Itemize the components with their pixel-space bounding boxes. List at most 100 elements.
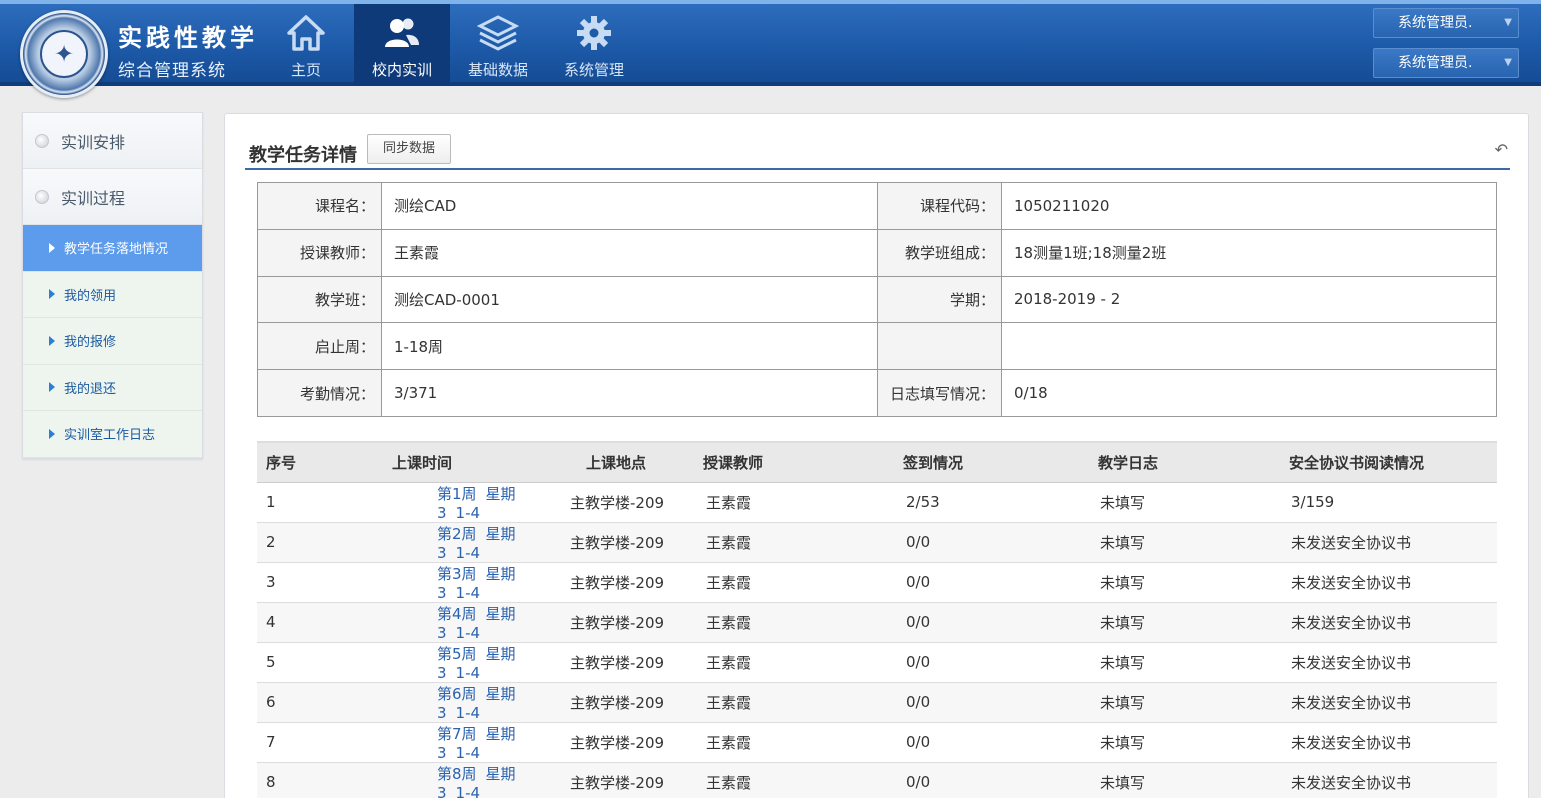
panel-header: 教学任务详情 同步数据 ↶ xyxy=(245,132,1510,170)
row-teacher: 王素霞 xyxy=(692,562,887,603)
schedule-header-row: 序号 上课时间 上课地点 授课教师 签到情况 教学日志 安全协议书阅读情况 xyxy=(257,441,1497,483)
top-header: ✦ 实践性教学 综合管理系统 主页 校内实训 基础数据 系统管理 系统管理员. … xyxy=(0,0,1541,98)
row-time-week-link[interactable]: 第4周 xyxy=(437,605,477,623)
gear-icon xyxy=(574,11,614,55)
sidebar-item-label: 我的领用 xyxy=(64,288,117,304)
row-time-period-link[interactable]: 1-4 xyxy=(456,544,481,562)
empty-value xyxy=(1001,322,1497,371)
teacher-value: 王素霞 xyxy=(381,228,878,277)
row-time: 第1周 星期3 1-4 xyxy=(337,482,542,523)
log-status-label: 日志填写情况： xyxy=(877,369,1002,417)
row-teacher: 王素霞 xyxy=(692,482,887,523)
row-teacher: 王素霞 xyxy=(692,682,887,723)
nav-campus-training[interactable]: 校内实训 xyxy=(354,4,450,86)
schedule-table: 序号 上课时间 上课地点 授课教师 签到情况 教学日志 安全协议书阅读情况 1第… xyxy=(257,441,1497,798)
col-header-teacher: 授课教师 xyxy=(692,441,887,483)
row-no: 8 xyxy=(257,762,337,798)
row-time-week-link[interactable]: 第2周 xyxy=(437,525,477,543)
row-time-week-link[interactable]: 第1周 xyxy=(437,485,477,503)
table-row: 5 第5周 星期3 1-4 主教学楼-209 王素霞 0/0 未填写 未发送安全协议书 xyxy=(257,642,1497,683)
row-time-week-link[interactable]: 第5周 xyxy=(437,645,477,663)
weeks-label: 启止周： xyxy=(257,322,382,371)
user-menu-2[interactable]: 系统管理员. ▼ xyxy=(1373,48,1519,78)
class-composition-label: 教学班组成： xyxy=(877,228,1002,277)
nav-system-admin[interactable]: 系统管理 xyxy=(546,4,642,86)
course-name-value: 测绘CAD xyxy=(381,182,878,230)
row-safety: 3/159 xyxy=(1277,482,1497,523)
caret-right-icon xyxy=(49,289,55,300)
row-time-week-link[interactable]: 第7周 xyxy=(437,725,477,743)
row-place: 主教学楼-209 xyxy=(542,722,692,763)
sidebar-group-training-process[interactable]: 实训过程 xyxy=(23,169,202,225)
sidebar-item-task-status[interactable]: 教学任务落地情况 xyxy=(23,225,202,272)
row-safety: 未发送安全协议书 xyxy=(1277,762,1497,798)
row-time-week-link[interactable]: 第8周 xyxy=(437,765,477,783)
row-teacher: 王素霞 xyxy=(692,642,887,683)
table-row: 3 第3周 星期3 1-4 主教学楼-209 王素霞 0/0 未填写 未发送安全协议书 xyxy=(257,562,1497,603)
sidebar-group-label: 实训过程 xyxy=(61,188,126,208)
row-time: 第3周 星期3 1-4 xyxy=(337,562,542,603)
sidebar-item-lab-log[interactable]: 实训室工作日志 xyxy=(23,411,202,458)
row-time: 第2周 星期3 1-4 xyxy=(337,522,542,563)
row-place: 主教学楼-209 xyxy=(542,602,692,643)
row-time: 第8周 星期3 1-4 xyxy=(337,762,542,798)
row-time-period-link[interactable]: 1-4 xyxy=(456,744,481,762)
row-safety: 未发送安全协议书 xyxy=(1277,722,1497,763)
row-log: 未填写 xyxy=(1082,522,1277,563)
table-row: 8 第8周 星期3 1-4 主教学楼-209 王素霞 0/0 未填写 未发送安全协议书 xyxy=(257,762,1497,798)
row-time-week-link[interactable]: 第3周 xyxy=(437,565,477,583)
row-signin: 0/0 xyxy=(887,522,1082,563)
row-signin: 0/0 xyxy=(887,682,1082,723)
layers-icon xyxy=(477,11,519,55)
row-time-period-link[interactable]: 1-4 xyxy=(456,784,481,798)
row-no: 1 xyxy=(257,482,337,523)
home-icon xyxy=(286,11,326,55)
user-name: 系统管理员. xyxy=(1398,15,1473,31)
sidebar-item-label: 教学任务落地情况 xyxy=(64,242,169,258)
sidebar-item-my-returns[interactable]: 我的退还 xyxy=(23,364,202,411)
sync-data-button[interactable]: 同步数据 xyxy=(367,134,451,164)
row-place: 主教学楼-209 xyxy=(542,642,692,683)
back-icon[interactable]: ↶ xyxy=(1495,140,1508,159)
table-row: 4 第4周 星期3 1-4 主教学楼-209 王素霞 0/0 未填写 未发送安全协议书 xyxy=(257,602,1497,643)
nav-label: 基础数据 xyxy=(467,61,528,79)
weeks-value: 1-18周 xyxy=(381,322,878,371)
row-log: 未填写 xyxy=(1082,762,1277,798)
row-teacher: 王素霞 xyxy=(692,762,887,798)
row-time-period-link[interactable]: 1-4 xyxy=(456,584,481,602)
sidebar: 实训安排 实训过程 教学任务落地情况 我的领用 我的报修 我的退还 实训室工作日… xyxy=(22,112,203,459)
row-time-period-link[interactable]: 1-4 xyxy=(456,504,481,522)
schedule-body: 1 第1周 星期3 1-4 主教学楼-209 王素霞 2/53 未填写 3/159 2 第2周 星期3… xyxy=(257,482,1497,798)
teacher-label: 授课教师： xyxy=(257,228,382,277)
caret-right-icon xyxy=(49,428,55,439)
app-title: 实践性教学 xyxy=(118,24,258,52)
col-header-time: 上课时间 xyxy=(337,441,542,483)
user-menu-1[interactable]: 系统管理员. ▼ xyxy=(1373,8,1519,38)
row-time-period-link[interactable]: 1-4 xyxy=(456,624,481,642)
row-time-week-link[interactable]: 第6周 xyxy=(437,685,477,703)
row-no: 4 xyxy=(257,602,337,643)
sidebar-item-label: 实训室工作日志 xyxy=(64,428,156,444)
nav-label: 校内实训 xyxy=(371,61,432,79)
sidebar-item-my-claims[interactable]: 我的领用 xyxy=(23,271,202,318)
row-time-period-link[interactable]: 1-4 xyxy=(456,664,481,682)
bullet-icon xyxy=(35,189,49,204)
nav-home[interactable]: 主页 xyxy=(258,4,354,86)
class-label: 教学班： xyxy=(257,275,382,324)
sidebar-item-my-repairs[interactable]: 我的报修 xyxy=(23,318,202,365)
nav-label: 主页 xyxy=(290,61,321,79)
row-log: 未填写 xyxy=(1082,482,1277,523)
row-safety: 未发送安全协议书 xyxy=(1277,562,1497,603)
row-time-period-link[interactable]: 1-4 xyxy=(456,704,481,722)
row-log: 未填写 xyxy=(1082,682,1277,723)
row-teacher: 王素霞 xyxy=(692,722,887,763)
nav-basic-data[interactable]: 基础数据 xyxy=(450,4,546,86)
sidebar-group-training-arrange[interactable]: 实训安排 xyxy=(23,113,202,169)
row-safety: 未发送安全协议书 xyxy=(1277,522,1497,563)
term-value: 2018-2019 - 2 xyxy=(1001,275,1497,324)
attendance-label: 考勤情况： xyxy=(257,369,382,417)
col-header-log: 教学日志 xyxy=(1082,441,1277,483)
sidebar-item-label: 我的报修 xyxy=(64,335,117,351)
table-row: 1 第1周 星期3 1-4 主教学楼-209 王素霞 2/53 未填写 3/159 xyxy=(257,482,1497,523)
col-header-no: 序号 xyxy=(257,441,337,483)
